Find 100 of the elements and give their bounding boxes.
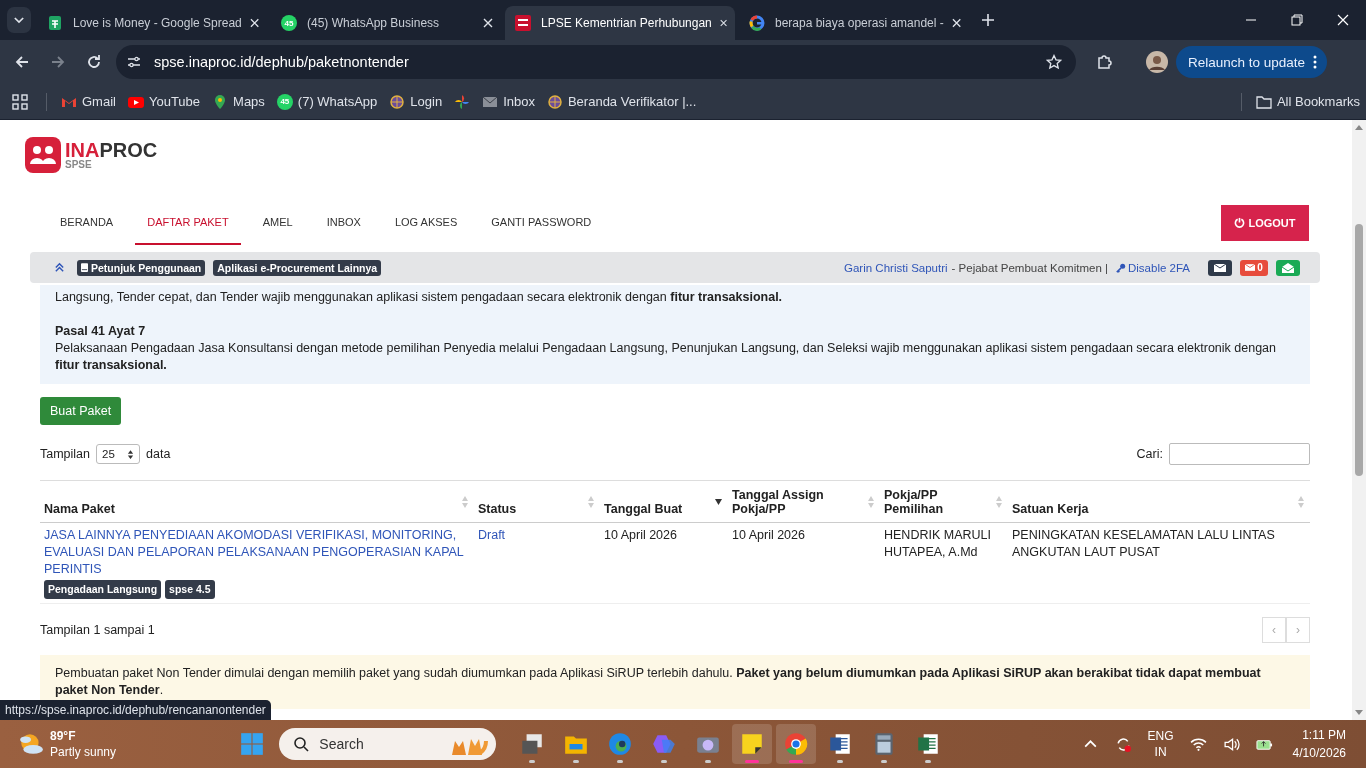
google-icon [749, 15, 765, 31]
address-bar[interactable]: spse.inaproc.id/dephub/paketnontender [116, 45, 1076, 79]
column-header[interactable]: Status [474, 481, 600, 523]
column-header[interactable]: Satuan Kerja [1008, 481, 1310, 523]
more-icon [1313, 55, 1318, 69]
table-cell: 10 April 2026 [728, 523, 880, 604]
browser-tab[interactable]: Love is Money - Google Spread [37, 6, 267, 40]
unread-messages-button[interactable]: 0 [1240, 259, 1268, 276]
taskbar-app[interactable] [732, 724, 773, 764]
weather-icon[interactable] [18, 731, 44, 757]
puzzle-icon[interactable] [1096, 54, 1112, 70]
close-icon[interactable] [483, 18, 493, 28]
folder-icon [1255, 93, 1272, 110]
browser-tab[interactable]: LPSE Kementrian Perhubungan [505, 6, 735, 40]
clock[interactable]: 1:11 PM 4/10/2026 [1292, 726, 1346, 762]
nav-tab[interactable]: BERANDA [48, 200, 126, 245]
column-header[interactable]: Pokja/PP Pemilihan [880, 481, 1008, 523]
key-icon [1116, 262, 1126, 273]
table-info: Tampilan 1 sampai 1 [40, 623, 155, 637]
relaunch-button[interactable]: Relaunch to update [1176, 46, 1328, 78]
volume-icon[interactable] [1222, 735, 1240, 753]
user-link[interactable]: Garin Christi Saputri [844, 261, 948, 274]
globe-icon [389, 93, 406, 110]
bookmark[interactable]: YouTube [121, 93, 207, 110]
tab-title: LPSE Kementrian Perhubungan [541, 16, 712, 30]
nav-tab[interactable]: LOG AKSES [382, 200, 470, 245]
disable-2fa-link[interactable]: Disable 2FA [1116, 261, 1190, 274]
bookmark[interactable]: Login [383, 93, 449, 110]
column-header[interactable]: Tanggal Assign Pokja/PP [728, 481, 880, 523]
search-label: Cari: [1136, 447, 1163, 461]
site-settings-icon[interactable] [126, 54, 142, 70]
tab-search-button[interactable] [7, 7, 31, 33]
new-tab-icon[interactable] [981, 13, 995, 27]
collapse-icon[interactable] [54, 262, 65, 273]
start-icon[interactable] [239, 731, 266, 757]
close-icon[interactable] [951, 18, 961, 28]
reload-icon[interactable] [86, 54, 102, 70]
user-role: - Pejabat Pembuat Komitmen | [951, 261, 1108, 274]
pinwheel-icon [454, 93, 471, 110]
package-name-link[interactable]: JASA LAINNYA PENYEDIAAN AKOMODASI VERIFIKASI, MONITORING, EVALUASI DAN PELAPORAN PELAKSANAAN PENGOPERASIAN KAPAL PERINTIS [44, 527, 468, 578]
bookmark[interactable]: 45 (7) WhatsApp [270, 93, 384, 110]
envelope-icon [1245, 264, 1256, 271]
browser-tab[interactable]: berapa biaya operasi amandel - [739, 6, 969, 40]
bookmark[interactable]: Gmail [55, 93, 122, 110]
spinner-icon [127, 448, 135, 460]
chat-icon: 45 [281, 15, 297, 31]
nav-tab[interactable]: DAFTAR PAKET [135, 200, 241, 245]
scroll-up-icon[interactable] [1355, 124, 1363, 130]
nav-tab[interactable]: INBOX [314, 200, 373, 245]
create-package-button[interactable]: Buat Paket [40, 397, 122, 425]
length-label: Tampilan [40, 447, 91, 461]
length-label: data [146, 447, 171, 461]
page-size-select[interactable]: 25 [96, 444, 141, 464]
spreadsheet-icon [47, 15, 63, 31]
column-header[interactable]: Tanggal Buat [600, 481, 728, 523]
open-mail-icon[interactable] [1276, 259, 1300, 276]
app-icon [607, 731, 634, 757]
bookmark[interactable]: Inbox [476, 93, 541, 110]
forward-icon[interactable] [50, 54, 66, 70]
search-field[interactable] [1169, 443, 1310, 465]
close-icon[interactable] [249, 18, 259, 28]
nav-tab[interactable]: GANTI PASSWORD [479, 200, 604, 245]
taskbar-app[interactable] [776, 724, 817, 764]
nav-tab[interactable]: AMEL [250, 200, 305, 245]
book-icon [81, 263, 88, 272]
restore-icon[interactable] [1291, 14, 1303, 26]
all-bookmarks-button[interactable]: All Bookmarks [1249, 93, 1366, 110]
scrollbar-thumb[interactable] [1355, 224, 1363, 476]
bookmark[interactable]: Maps [206, 93, 271, 110]
status-link[interactable]: Draft [478, 528, 506, 542]
info-text: Langsung, Tender cepat, dan Tender wajib menggunakan aplikasi sistem pengadaan secara elektronik dengan fitur transaksional. [55, 289, 784, 306]
logout-button[interactable]: LOGOUT [1221, 204, 1309, 241]
taskbar-search-field[interactable]: Search [279, 728, 497, 760]
chat-icon: 45 [276, 93, 293, 110]
inaproc-logo[interactable]: INAPROC SPSE [25, 137, 158, 173]
package-badge: spse 4.5 [165, 580, 215, 599]
tab-title: berapa biaya operasi amandel - [775, 16, 944, 30]
column-header[interactable]: Nama Paket [40, 481, 474, 523]
table-cell: 10 April 2026 [600, 523, 728, 604]
profile-avatar[interactable] [1146, 51, 1168, 73]
close-icon[interactable] [719, 18, 727, 28]
language-indicator[interactable]: ENG IN [1147, 728, 1174, 760]
browser-tab[interactable]: 45 (45) WhatsApp Business [271, 6, 501, 40]
apps-grid-icon[interactable] [12, 93, 28, 110]
back-icon[interactable] [14, 54, 30, 70]
info-heading: Pasal 41 Ayat 7 [55, 323, 147, 340]
weather-text: Partly sunny [50, 744, 117, 760]
guide-link[interactable]: Petunjuk Penggunaan [77, 259, 206, 276]
scroll-down-icon[interactable] [1355, 710, 1363, 716]
globe-icon [546, 93, 563, 110]
search-icon [293, 736, 310, 752]
info-text: Pelaksanaan Pengadaan Jasa Konsultansi dengan metode pemilihan Penyedia melalui Pengadaan Langsung, Penunjukan Langsung, dan Seleksi wajib menggunakan aplikasi sistem pengadaan secara elektronik dengan fitur transaksional. [55, 340, 1277, 374]
tab-title: (45) WhatsApp Business [307, 16, 441, 30]
bookmark[interactable]: Beranda Verifikator |... [540, 93, 703, 110]
table-cell: HENDRIK MARULI HUTAPEA, A.Md [880, 523, 1008, 604]
star-icon[interactable] [1046, 54, 1062, 70]
chevron-down-icon [14, 16, 24, 24]
mail-icon[interactable] [1208, 259, 1232, 276]
apps-link[interactable]: Aplikasi e-Procurement Lainnya [213, 259, 382, 276]
temperature-text: 89°F [50, 728, 77, 744]
